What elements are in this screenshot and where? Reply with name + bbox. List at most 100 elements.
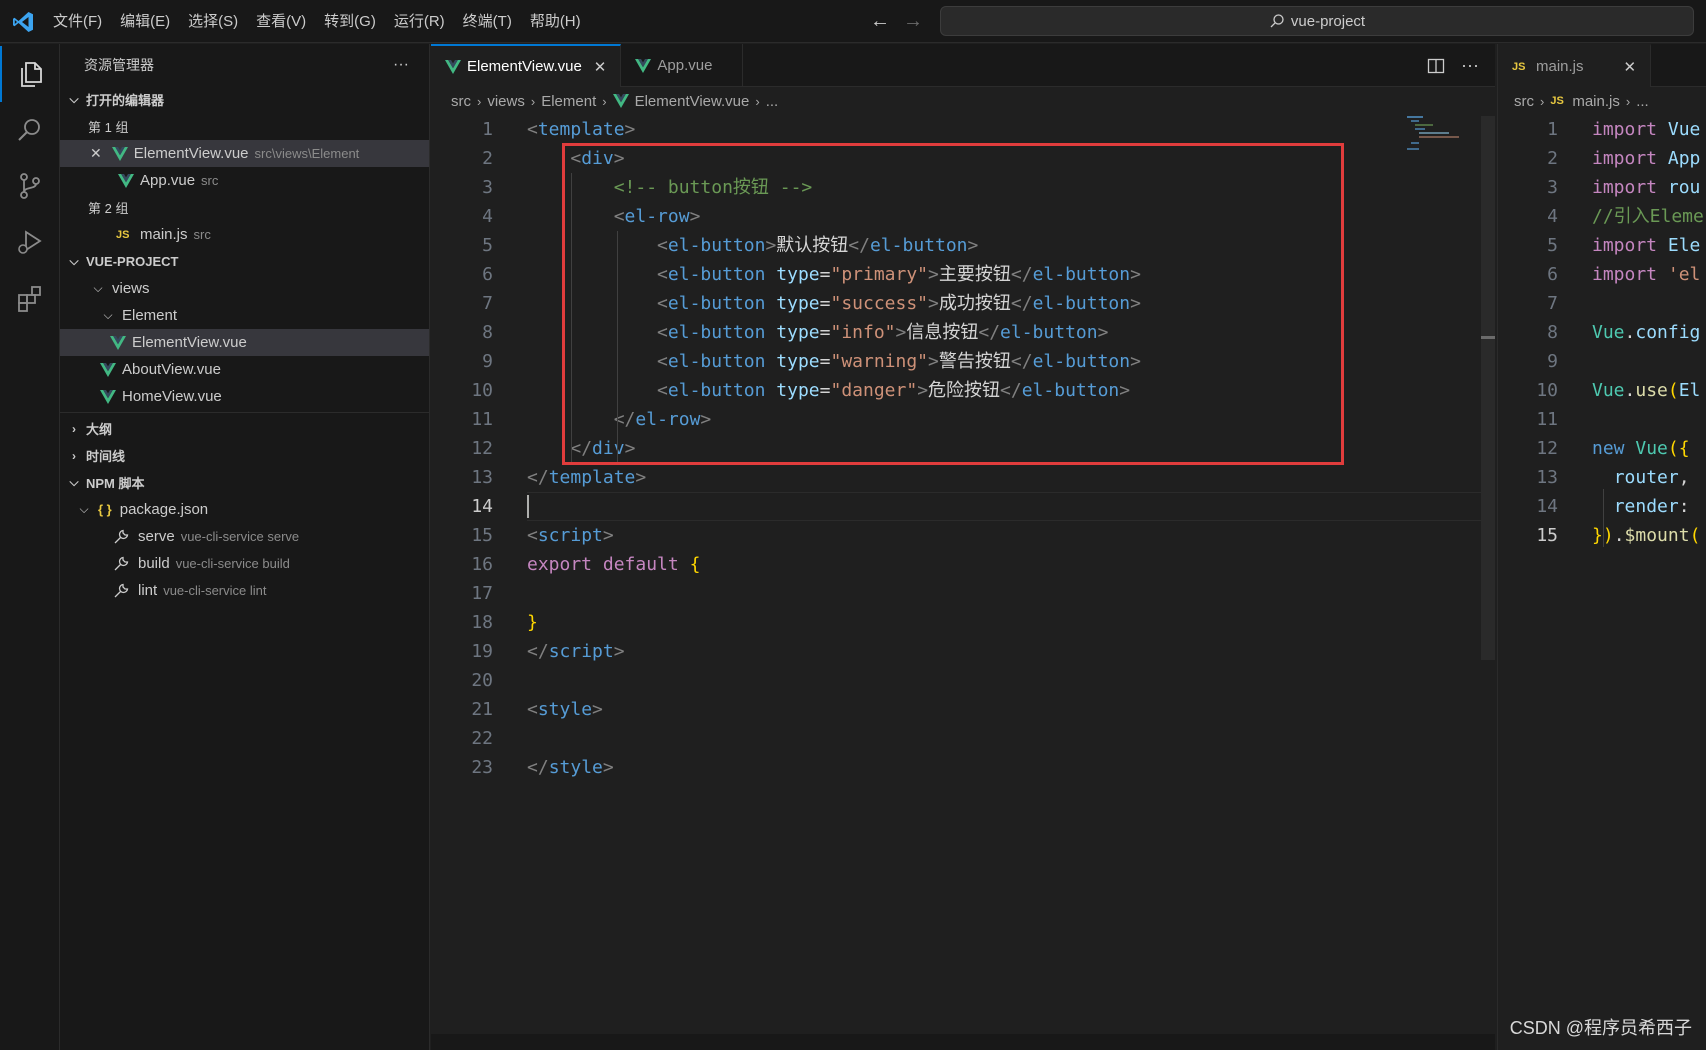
code-line[interactable]: 13 </template> bbox=[431, 463, 1495, 492]
code-line[interactable]: 10 <el-button type="danger">危险按钮</el-but… bbox=[431, 376, 1495, 405]
open-editor-item[interactable]: ✕ ElementView.vue src\views\Element bbox=[60, 140, 429, 167]
code-line[interactable]: 16 export default { bbox=[431, 550, 1495, 579]
section-title: 时间线 bbox=[86, 449, 126, 464]
tree-file[interactable]: AboutView.vue bbox=[60, 356, 429, 383]
npm-script-item[interactable]: build vue-cli-service build bbox=[60, 550, 429, 577]
breadcrumb-item[interactable]: src bbox=[451, 93, 471, 110]
outline-section-header[interactable]: › 大纲 bbox=[60, 415, 429, 442]
breadcrumb-item[interactable]: views bbox=[487, 93, 525, 110]
search-icon[interactable] bbox=[0, 102, 60, 158]
code-line[interactable]: 15}).$mount( bbox=[1498, 521, 1706, 550]
code-line[interactable]: 3 <!-- button按钮 --> bbox=[431, 173, 1495, 202]
code-line[interactable]: 9 <el-button type="warning">警告按钮</el-but… bbox=[431, 347, 1495, 376]
code-line[interactable]: 2 <div> bbox=[431, 144, 1495, 173]
code-line[interactable]: 8 <el-button type="info">信息按钮</el-button… bbox=[431, 318, 1495, 347]
command-center-search[interactable]: vue-project bbox=[940, 6, 1694, 36]
code-line[interactable]: 14 render: bbox=[1498, 492, 1706, 521]
more-actions-icon[interactable]: ··· bbox=[1461, 55, 1479, 76]
open-editor-item[interactable]: App.vue src bbox=[60, 167, 429, 194]
minimap[interactable] bbox=[1405, 116, 1465, 156]
code-line[interactable]: 7 <el-button type="success">成功按钮</el-but… bbox=[431, 289, 1495, 318]
menu-view[interactable]: 查看(V) bbox=[247, 0, 315, 43]
breadcrumb-item[interactable]: ... bbox=[766, 93, 779, 110]
code-line[interactable]: 5 <el-button>默认按钮</el-button> bbox=[431, 231, 1495, 260]
code-line[interactable]: 8 Vue.config bbox=[1498, 318, 1706, 347]
close-icon[interactable]: ✕ bbox=[90, 145, 102, 162]
menu-terminal[interactable]: 终端(T) bbox=[454, 0, 521, 43]
split-editor-icon[interactable] bbox=[1427, 57, 1445, 75]
explorer-icon[interactable] bbox=[0, 46, 60, 102]
more-actions-icon[interactable]: ··· bbox=[393, 56, 409, 74]
close-icon[interactable]: ✕ bbox=[594, 58, 607, 76]
tree-folder[interactable]: ⌵ views bbox=[60, 275, 429, 302]
code-line[interactable]: 5 import Ele bbox=[1498, 231, 1706, 260]
code-line[interactable]: 23 </style> bbox=[431, 753, 1495, 782]
menu-selection[interactable]: 选择(S) bbox=[179, 0, 247, 43]
breadcrumb-item[interactable]: Element bbox=[541, 93, 596, 110]
code-line[interactable]: 13 router, bbox=[1498, 463, 1706, 492]
menu-edit[interactable]: 编辑(E) bbox=[111, 0, 179, 43]
code-line[interactable]: 6 <el-button type="primary">主要按钮</el-but… bbox=[431, 260, 1495, 289]
npm-script-item[interactable]: lint vue-cli-service lint bbox=[60, 577, 429, 604]
code-line[interactable]: 4 <el-row> bbox=[431, 202, 1495, 231]
npm-script-item[interactable]: serve vue-cli-service serve bbox=[60, 523, 429, 550]
code-line[interactable]: 7 bbox=[1498, 289, 1706, 318]
code-token: > bbox=[602, 757, 614, 778]
source-control-icon[interactable] bbox=[0, 158, 60, 214]
breadcrumb-item[interactable]: ElementView.vue bbox=[635, 93, 750, 110]
code-line[interactable]: 4 //引入Eleme bbox=[1498, 202, 1706, 231]
code-editor[interactable]: 1 import Vue 2 import App 3 import rou 4 //引入El… bbox=[1498, 115, 1706, 550]
menu-run[interactable]: 运行(R) bbox=[385, 0, 454, 43]
editor-group-1: ElementView.vue ✕ App.vue ··· src › views… bbox=[431, 44, 1495, 1050]
code-line[interactable]: 1 import Vue bbox=[1498, 115, 1706, 144]
vertical-scrollbar[interactable] bbox=[1481, 116, 1495, 660]
code-line[interactable]: 15 <script> bbox=[431, 521, 1495, 550]
code-line[interactable]: 11 </el-row> bbox=[431, 405, 1495, 434]
tree-folder[interactable]: ⌵ Element bbox=[60, 302, 429, 329]
project-section-header[interactable]: ⌵ VUE-PROJECT bbox=[60, 248, 429, 275]
code-line[interactable]: 2 import App bbox=[1498, 144, 1706, 173]
close-icon[interactable]: ✕ bbox=[1624, 58, 1637, 76]
back-arrow-icon[interactable]: ← bbox=[870, 10, 890, 32]
tab-main-js[interactable]: JS main.js ✕ bbox=[1498, 44, 1652, 87]
code-line[interactable]: 1 <template> bbox=[431, 115, 1495, 144]
breadcrumb-item[interactable]: main.js bbox=[1572, 93, 1620, 110]
extensions-icon[interactable] bbox=[0, 270, 60, 326]
menu-help[interactable]: 帮助(H) bbox=[521, 0, 590, 43]
menu-file[interactable]: 文件(F) bbox=[44, 0, 111, 43]
open-editor-item[interactable]: JS main.js src bbox=[60, 221, 429, 248]
code-line[interactable]: 17 bbox=[431, 579, 1495, 608]
code-line[interactable]: 11 bbox=[1498, 405, 1706, 434]
tree-file[interactable]: ElementView.vue bbox=[60, 329, 429, 356]
code-line[interactable]: 10 Vue.use(El bbox=[1498, 376, 1706, 405]
npm-package-item[interactable]: ⌵ { } package.json bbox=[60, 496, 429, 523]
file-name: AboutView.vue bbox=[122, 361, 221, 378]
breadcrumb-item[interactable]: ... bbox=[1636, 93, 1649, 110]
code-line[interactable]: 9 bbox=[1498, 347, 1706, 376]
script-command: vue-cli-service lint bbox=[163, 583, 267, 598]
run-debug-icon[interactable] bbox=[0, 214, 60, 270]
code-line[interactable]: 12 </div> bbox=[431, 434, 1495, 463]
code-line[interactable]: 6 import 'el bbox=[1498, 260, 1706, 289]
timeline-section-header[interactable]: › 时间线 bbox=[60, 442, 429, 469]
code-line[interactable]: 21 <style> bbox=[431, 695, 1495, 724]
open-editors-section-header[interactable]: ⌵ 打开的编辑器 bbox=[60, 86, 429, 113]
search-icon bbox=[1270, 14, 1284, 28]
code-line[interactable]: 14 bbox=[431, 492, 1495, 521]
tab-elementview[interactable]: ElementView.vue ✕ bbox=[431, 44, 622, 87]
forward-arrow-icon[interactable]: → bbox=[903, 10, 923, 32]
breadcrumb-item[interactable]: src bbox=[1514, 93, 1534, 110]
menu-go[interactable]: 转到(G) bbox=[315, 0, 385, 43]
code-line[interactable]: 12 new Vue({ bbox=[1498, 434, 1706, 463]
code-editor[interactable]: 1 <template> 2 <div> 3 <!-- button按钮 --> 4 <… bbox=[431, 115, 1495, 782]
code-line[interactable]: 18} bbox=[431, 608, 1495, 637]
code-line[interactable]: 3 import rou bbox=[1498, 173, 1706, 202]
tab-app[interactable]: App.vue bbox=[621, 44, 744, 87]
code-line[interactable]: 22 bbox=[431, 724, 1495, 753]
code-line[interactable]: 19 </script> bbox=[431, 637, 1495, 666]
tree-file[interactable]: HomeView.vue bbox=[60, 383, 429, 410]
code-line[interactable]: 20 bbox=[431, 666, 1495, 695]
npm-scripts-section-header[interactable]: ⌵ NPM 脚本 bbox=[60, 469, 429, 496]
